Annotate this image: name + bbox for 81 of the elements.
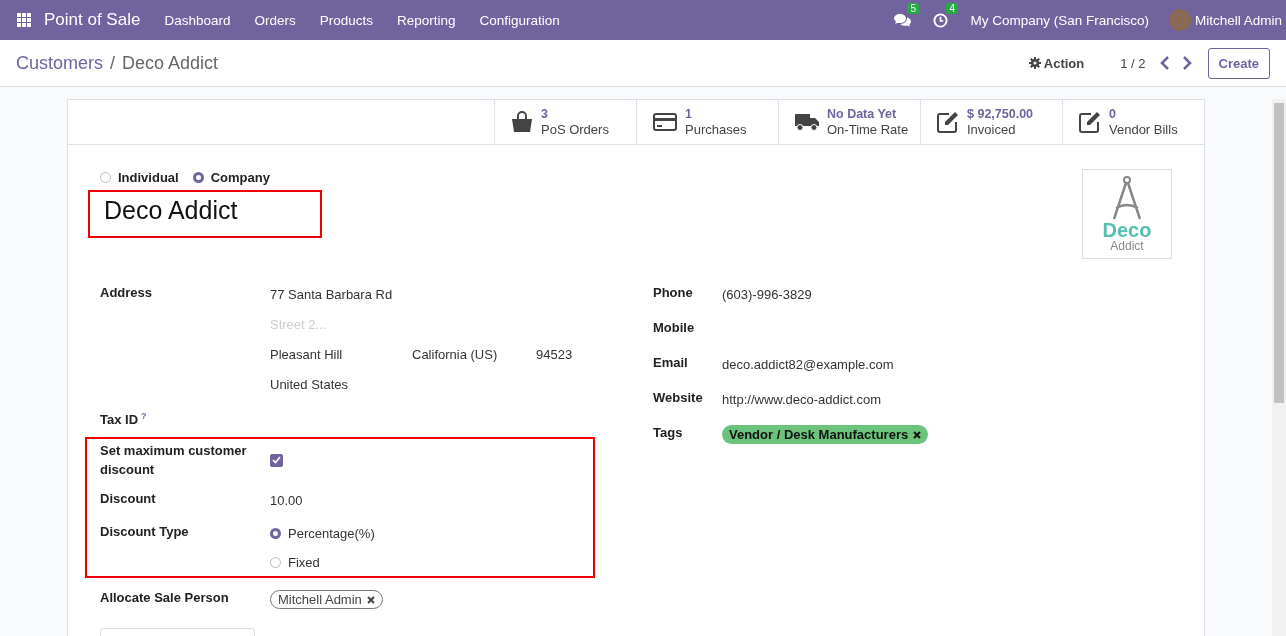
stat-value: No Data Yet [827,106,898,122]
stat-value: 1 [685,106,693,122]
radio-button[interactable] [270,557,281,568]
edit-icon [937,111,959,133]
discount-field[interactable]: 10.00 [270,491,303,508]
company-switcher[interactable]: My Company (San Francisco) [970,12,1149,28]
previous-icon[interactable] [1159,56,1170,70]
app-grid-icon[interactable] [17,13,31,27]
field-label: Set maximum customer discount [100,442,248,479]
truck-icon [795,113,819,131]
field-value[interactable]: deco.addict82@example.com [722,355,894,390]
activity-count-badge: 4 [946,2,958,14]
gear-icon [1028,57,1041,69]
action-label: Action [1043,55,1085,71]
logo-title: Deco [1102,220,1152,240]
state-field[interactable]: California (US) [412,347,536,362]
scrollbar[interactable] [1272,99,1286,636]
drafting-compass-icon [1111,176,1143,220]
field-label: Discount Type [100,524,190,541]
field-label: Tax ID $^{?}$ [100,411,148,430]
field-label: Tags [653,425,684,442]
credit-card-icon [653,113,677,131]
tag[interactable]: Vendor / Desk Manufacturers [722,425,929,444]
stat-value: 0 [1109,106,1117,122]
city-field[interactable]: Pleasant Hill [270,347,412,362]
next-icon[interactable] [1181,56,1192,70]
app-name[interactable]: Point of Sale [44,10,141,30]
stat-button[interactable]: 0 Vendor Bills [1062,100,1204,144]
radio-label[interactable]: Fixed [288,555,320,570]
field-label: Website [653,390,704,407]
customer-name: Deco Addict [104,196,238,224]
create-button[interactable]: Create [1207,47,1270,79]
clock-icon[interactable] [933,12,949,28]
breadcrumb-separator: / [110,52,116,74]
street-field[interactable]: 77 Santa Barbara Rd [270,287,573,302]
checkbox[interactable] [270,453,283,467]
radio-button[interactable] [270,528,281,539]
radio-label[interactable]: Percentage(%) [288,526,375,541]
action-menu[interactable]: Action [1028,55,1085,71]
menu-item[interactable]: Dashboard [152,12,243,28]
stat-label: Purchases [685,122,747,138]
shopping-bag-icon [511,111,533,133]
field-label: Mobile [653,320,696,337]
stat-label: PoS Orders [541,122,609,138]
field-value[interactable]: http://www.deco-addict.com [722,390,881,425]
pager-value: 1 / 2 [1120,55,1146,71]
stat-label: On-Time Rate [827,122,909,138]
logo-subtitle: Addict [1110,240,1144,252]
stat-button[interactable]: $ 92,750.00 Invoiced [920,100,1062,144]
stat-value: 3 [541,106,549,122]
chat-icon[interactable] [894,13,912,27]
radio-button[interactable] [192,172,204,183]
menu-item[interactable]: Configuration [467,12,572,28]
field-label: Allocate Sale Person [100,590,230,607]
radio-label[interactable]: Company [210,170,270,185]
field-label: Address [100,285,154,302]
radio-button[interactable] [100,172,111,183]
menu-item[interactable]: Orders [242,12,308,28]
company-logo[interactable]: Deco Addict [1082,169,1172,259]
field-label: Phone [653,285,694,302]
edit-icon [1079,111,1101,133]
stat-button[interactable]: No Data Yet On-Time Rate [778,100,920,144]
menu-item[interactable]: Reporting [385,12,468,28]
message-count-badge: 5 [907,3,919,14]
remove-icon[interactable] [913,430,922,439]
stat-button[interactable]: 3 PoS Orders [494,100,636,144]
radio-label[interactable]: Individual [118,170,179,185]
user-name[interactable]: Mitchell Admin [1194,12,1282,28]
country-field[interactable]: United States [270,377,573,392]
field-value[interactable]: (603)-996-3829 [722,285,812,320]
menu-item[interactable]: Products [307,12,385,28]
field-label: Discount [100,491,157,508]
stat-label: Invoiced [967,122,1017,138]
remove-icon[interactable] [366,595,375,604]
field-label: Email [653,355,689,372]
zip-field[interactable]: 94523 [536,347,573,362]
breadcrumb-item[interactable]: Customers [16,52,104,74]
breadcrumb-item[interactable]: Deco Addict [122,52,219,74]
stat-label: Vendor Bills [1109,122,1178,138]
stat-value: $ 92,750.00 [967,106,1034,122]
stat-button[interactable]: 1 Purchases [636,100,778,144]
